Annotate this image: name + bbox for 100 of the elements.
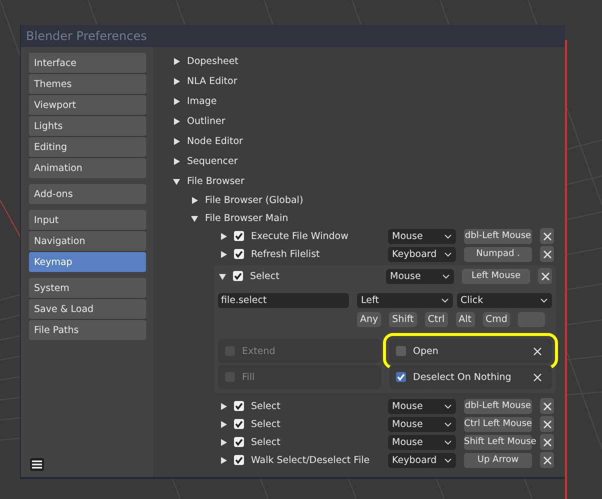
disclosure-arrow-icon[interactable]	[220, 456, 227, 464]
event-dropdown[interactable]: Click	[456, 293, 552, 308]
disclosure-arrow-icon[interactable]	[220, 232, 227, 240]
close-icon	[542, 232, 552, 240]
input-type-dropdown[interactable]: Mouse	[386, 268, 454, 284]
remove-button[interactable]	[540, 452, 554, 468]
remove-button[interactable]	[540, 246, 554, 262]
modifier-toggle[interactable]: Cmd	[482, 312, 510, 327]
input-type-dropdown[interactable]: Mouse	[388, 228, 456, 244]
remove-button[interactable]	[540, 398, 554, 414]
section-label[interactable]: Outliner	[187, 116, 226, 126]
checkbox[interactable]	[234, 455, 244, 465]
key-button[interactable]: dbl-Left Mouse	[464, 398, 532, 414]
modifier-toggle[interactable]: Ctrl	[424, 312, 448, 327]
key-button[interactable]: Numpad .	[464, 246, 532, 262]
operator-field[interactable]: file.select	[218, 293, 349, 308]
section-label[interactable]: Dopesheet	[187, 56, 238, 66]
key-button[interactable]: Ctrl Left Mouse	[464, 416, 532, 432]
modifier-toggle[interactable]: Alt	[456, 312, 475, 327]
sidebar-item[interactable]: System	[29, 278, 146, 298]
sidebar-item[interactable]: Navigation	[29, 231, 146, 251]
key-button[interactable]: Up Arrow	[464, 452, 532, 468]
checkbox[interactable]	[233, 271, 243, 281]
sidebar-item[interactable]: Add-ons	[29, 184, 146, 204]
chevron-icon	[444, 252, 452, 256]
keymap-item-name: Refresh Filelist	[251, 248, 321, 260]
keymap-item-name: Walk Select/Deselect File	[251, 454, 371, 466]
chevron-icon	[442, 274, 450, 278]
input-type-dropdown[interactable]: Mouse	[388, 434, 456, 450]
disclosure-arrow-icon[interactable]	[191, 214, 198, 222]
button-dropdown[interactable]: Left	[357, 293, 452, 308]
close-icon	[542, 420, 552, 428]
disclosure-arrow-icon[interactable]	[173, 58, 180, 64]
section-label[interactable]: Node Editor	[187, 136, 243, 146]
disclosure-arrow-icon[interactable]	[173, 178, 180, 184]
checkbox[interactable]	[396, 346, 406, 356]
property-label: Extend	[242, 346, 276, 356]
key-button[interactable]: dbl-Left Mouse	[464, 228, 532, 244]
input-type-dropdown[interactable]: Mouse	[388, 398, 456, 414]
remove-button[interactable]	[540, 228, 554, 244]
sidebar-item[interactable]: Viewport	[29, 95, 146, 115]
section-label[interactable]: File Browser Main	[205, 212, 288, 224]
keymap-item-name: Select	[251, 400, 282, 412]
close-icon	[542, 402, 552, 410]
close-icon	[542, 250, 552, 258]
disclosure-arrow-icon[interactable]	[173, 118, 180, 124]
section-label[interactable]: NLA Editor	[187, 76, 238, 86]
checkbox[interactable]	[234, 249, 244, 259]
close-icon	[542, 456, 552, 464]
input-type-dropdown[interactable]: Keyboard	[388, 246, 456, 262]
chevron-icon	[444, 458, 452, 462]
disclosure-arrow-icon[interactable]	[173, 138, 180, 144]
disclosure-arrow-icon[interactable]	[220, 420, 227, 428]
input-type-dropdown[interactable]: Mouse	[388, 416, 456, 432]
section-label[interactable]: File Browser	[187, 176, 244, 186]
disclosure-arrow-icon[interactable]	[220, 402, 227, 410]
chevron-icon	[440, 298, 448, 303]
modifier-toggle[interactable]: Shift	[389, 312, 417, 327]
sidebar-item[interactable]: Editing	[29, 137, 146, 157]
key-button[interactable]: Left Mouse	[462, 268, 530, 284]
section-label[interactable]: Image	[187, 96, 217, 106]
checkbox[interactable]	[234, 419, 244, 429]
checkbox[interactable]	[234, 401, 244, 411]
checkbox[interactable]	[234, 437, 244, 447]
disclosure-arrow-icon[interactable]	[220, 438, 227, 446]
sidebar-item[interactable]: Save & Load	[29, 299, 146, 319]
property-label: Open	[413, 346, 440, 356]
section-label[interactable]: File Browser (Global)	[205, 194, 304, 206]
keymap-item-name: Execute File Window	[251, 230, 350, 242]
sidebar-item[interactable]: Themes	[29, 74, 146, 94]
chevron-icon	[444, 404, 452, 408]
modifier-toggle[interactable]: Any	[357, 312, 382, 327]
chevron-icon	[444, 440, 452, 444]
remove-button[interactable]	[540, 434, 554, 450]
disclosure-arrow-icon[interactable]	[173, 98, 180, 104]
close-icon	[540, 272, 550, 280]
section-label[interactable]: Sequencer	[187, 156, 238, 166]
close-icon[interactable]	[533, 346, 542, 356]
window-title: Blender Preferences	[26, 29, 147, 43]
sidebar-item[interactable]: Lights	[29, 116, 146, 136]
checkbox[interactable]	[234, 231, 244, 241]
sidebar-item[interactable]: Input	[29, 210, 146, 230]
input-type-dropdown[interactable]: Keyboard	[388, 452, 456, 468]
property-label: Fill	[242, 372, 256, 382]
keymap-item-name: Select	[251, 418, 282, 430]
chevron-icon	[540, 298, 548, 303]
sidebar-item[interactable]: Keymap	[29, 252, 146, 272]
remove-button[interactable]	[540, 416, 554, 432]
sidebar-item[interactable]: Interface	[29, 53, 146, 73]
menu-icon[interactable]	[30, 458, 44, 471]
disclosure-arrow-icon[interactable]	[173, 158, 180, 164]
sidebar-item[interactable]: Animation	[29, 158, 146, 178]
disclosure-arrow-icon[interactable]	[219, 272, 226, 280]
sidebar-item[interactable]: File Paths	[29, 320, 146, 340]
disclosure-arrow-icon[interactable]	[191, 196, 198, 204]
disclosure-arrow-icon[interactable]	[173, 78, 180, 84]
keymap-item-name: Select	[251, 436, 282, 448]
remove-button[interactable]	[538, 268, 552, 284]
close-icon[interactable]	[533, 372, 542, 382]
disclosure-arrow-icon[interactable]	[220, 250, 227, 258]
